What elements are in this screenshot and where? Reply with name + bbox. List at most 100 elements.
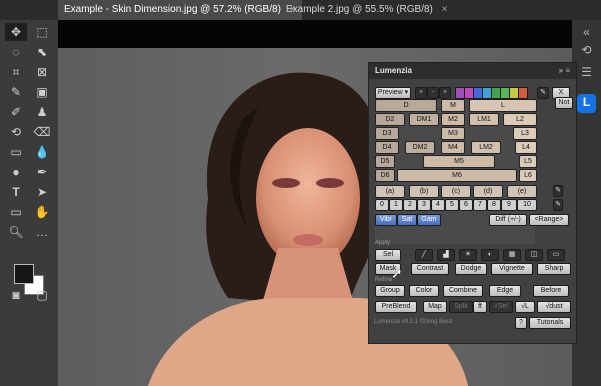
zone-number-button[interactable]: 1 <box>389 199 403 211</box>
zone-d2[interactable]: D2 <box>375 113 405 126</box>
zone-number-button[interactable]: 8 <box>487 199 501 211</box>
zone-lm2[interactable]: LM2 <box>471 141 501 154</box>
zone-d-paren[interactable]: (d) <box>473 185 503 198</box>
dodge-button[interactable]: Dodge <box>455 263 487 275</box>
not-button[interactable]: Not <box>555 97 573 109</box>
diff-button[interactable]: Diff (+/-) <box>489 214 527 226</box>
group-button[interactable]: Group <box>375 285 405 297</box>
zone-number-button[interactable]: 6 <box>459 199 473 211</box>
plus-button-2[interactable]: + <box>439 87 451 99</box>
close-icon[interactable]: × <box>442 4 448 15</box>
eyedropper-b-icon[interactable]: ✎ <box>553 199 563 211</box>
zone-dm1[interactable]: DM1 <box>409 113 439 126</box>
exposure-icon[interactable]: ◐ <box>481 249 499 261</box>
color-swatch[interactable] <box>518 87 528 99</box>
tutorials-button[interactable]: Tutorials <box>529 317 571 329</box>
check-l-button[interactable]: √L <box>515 301 535 313</box>
double-chevron-icon[interactable]: « <box>578 24 595 41</box>
zone-m[interactable]: M <box>441 99 465 112</box>
panel-menu-icon[interactable]: » ≡ <box>559 63 570 79</box>
zone-l6[interactable]: L6 <box>519 169 537 182</box>
zone-m5[interactable]: M5 <box>423 155 495 168</box>
eyedropper-icon[interactable]: ✎ <box>537 87 549 99</box>
screen-mode-icon[interactable]: ▢ <box>31 286 53 304</box>
history-brush-tool-icon[interactable]: ⟲ <box>5 123 27 141</box>
tab-skin-dimension[interactable]: Example - Skin Dimension.jpg @ 57.2% (RG… <box>58 0 302 20</box>
brightness-icon[interactable]: ☀ <box>459 249 477 261</box>
solid-icon[interactable]: ▭ <box>547 249 565 261</box>
eyedropper-tool-icon[interactable]: ✎ <box>5 83 27 101</box>
zone-number-button[interactable]: 5 <box>445 199 459 211</box>
zone-number-button[interactable]: 2 <box>403 199 417 211</box>
gam-button[interactable]: Gam <box>417 214 441 226</box>
contrast-button[interactable]: Contrast <box>411 263 449 275</box>
type-tool-icon[interactable]: T <box>5 183 27 201</box>
quick-mask-icon[interactable]: ◙ <box>5 286 27 304</box>
color-button[interactable]: Color <box>409 285 439 297</box>
zone-d5[interactable]: D5 <box>375 155 395 168</box>
sat-button[interactable]: Sat <box>397 214 417 226</box>
marquee-tool-icon[interactable]: ⬚ <box>31 23 53 41</box>
zone-number-button[interactable]: 9 <box>501 199 517 211</box>
patch-tool-icon[interactable]: ▣ <box>31 83 53 101</box>
dodge-tool-icon[interactable]: ● <box>5 163 27 181</box>
vignette-button[interactable]: Vignette <box>491 263 533 275</box>
zone-b[interactable]: (b) <box>409 185 439 198</box>
combine-button[interactable]: Combine <box>443 285 483 297</box>
zoom-tool-icon[interactable]: 🔍︎ <box>5 223 27 241</box>
zone-d4[interactable]: D4 <box>375 141 399 154</box>
zone-m3[interactable]: M3 <box>441 127 465 140</box>
frame-tool-icon[interactable]: ⊠ <box>31 63 53 81</box>
zone-number-button[interactable]: 3 <box>417 199 431 211</box>
zone-e[interactable]: (e) <box>507 185 537 198</box>
tab-example-2[interactable]: Example 2.jpg @ 55.5% (RGB/8) × <box>280 0 454 20</box>
hand-tool-icon[interactable]: ✋ <box>31 203 53 221</box>
ff-button[interactable]: ff <box>473 301 487 313</box>
zone-l3[interactable]: L3 <box>513 127 537 140</box>
zone-a[interactable]: (a) <box>375 185 405 198</box>
foreground-color-swatch[interactable] <box>14 264 34 284</box>
sharp-button[interactable]: Sharp <box>537 263 571 275</box>
stamp-tool-icon[interactable]: ♟ <box>31 103 53 121</box>
split-button[interactable]: Split <box>449 301 473 313</box>
shape-tool-icon[interactable]: ▭ <box>5 203 27 221</box>
path-select-tool-icon[interactable]: ➤ <box>31 183 53 201</box>
quick-select-tool-icon[interactable]: ⬉ <box>31 43 53 61</box>
zone-l5[interactable]: L5 <box>519 155 537 168</box>
preview-button[interactable]: Preview ▾ <box>375 87 411 99</box>
before-button[interactable]: Before <box>533 285 569 297</box>
eyedropper-a-icon[interactable]: ✎ <box>553 185 563 197</box>
zone-l2[interactable]: L2 <box>503 113 537 126</box>
gradient-map-icon[interactable]: ▦ <box>503 249 521 261</box>
gradient-tool-icon[interactable]: ▭ <box>5 143 27 161</box>
move-tool-icon[interactable]: ✥ <box>5 23 27 41</box>
zone-l[interactable]: L <box>469 99 537 112</box>
pen-tool-icon[interactable]: ✒ <box>31 163 53 181</box>
adjustments-icon[interactable]: ☰ <box>578 64 595 81</box>
zone-number-button[interactable]: 0 <box>375 199 389 211</box>
history-icon[interactable]: ⟲ <box>578 42 595 59</box>
zone-m2[interactable]: M2 <box>441 113 465 126</box>
blur-tool-icon[interactable]: 💧 <box>31 143 53 161</box>
sel-button[interactable]: Sel <box>375 249 401 261</box>
brush-tool-icon[interactable]: ✐ <box>5 103 27 121</box>
check-dust-button[interactable]: √dust <box>537 301 571 313</box>
edge-button[interactable]: Edge <box>489 285 521 297</box>
crop-tool-icon[interactable]: ⌗ <box>5 63 27 81</box>
zone-d3[interactable]: D3 <box>375 127 399 140</box>
lumenzia-panel-icon[interactable]: L <box>577 94 596 113</box>
zone-d6[interactable]: D6 <box>375 169 395 182</box>
more-tools-icon[interactable]: … <box>31 223 53 241</box>
zone-number-button[interactable]: 7 <box>473 199 487 211</box>
eraser-tool-icon[interactable]: ⌫ <box>31 123 53 141</box>
fill-icon[interactable]: ◫ <box>525 249 543 261</box>
zone-m6[interactable]: M6 <box>397 169 517 182</box>
range-button[interactable]: <Range> <box>529 214 569 226</box>
levels-icon[interactable]: ▟ <box>437 249 455 261</box>
vibr-button[interactable]: Vibr <box>375 214 397 226</box>
plus-button[interactable]: + <box>415 87 427 99</box>
zone-m4[interactable]: M4 <box>441 141 465 154</box>
map-button[interactable]: Map <box>423 301 447 313</box>
minus-button[interactable]: - <box>427 87 439 99</box>
help-button[interactable]: ? <box>515 317 527 329</box>
